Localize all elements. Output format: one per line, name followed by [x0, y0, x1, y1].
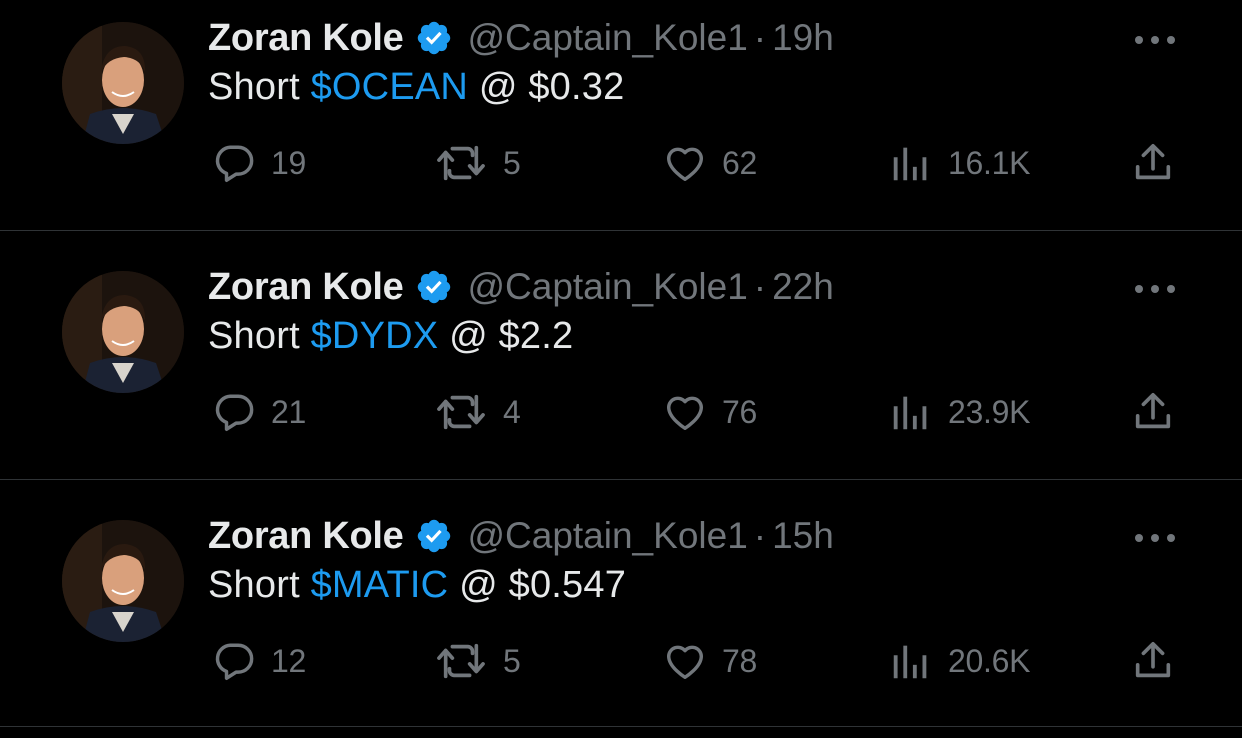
reply-icon [215, 394, 254, 431]
avatar[interactable] [62, 22, 184, 144]
cashtag-link[interactable]: $OCEAN [311, 66, 468, 108]
author-handle[interactable]: @Captain_Kole1 [467, 515, 747, 557]
like-button[interactable]: 62 [662, 137, 757, 189]
tweet[interactable]: Zoran Kole @Captain_Kole1 · 19h Short $O… [0, 0, 1242, 231]
avatar[interactable] [62, 271, 184, 393]
reply-icon [215, 643, 254, 680]
tweet-feed: Zoran Kole @Captain_Kole1 · 19h Short $O… [0, 0, 1242, 738]
reply-button[interactable]: 12 [211, 635, 306, 687]
retweet-icon [437, 643, 485, 679]
reply-button[interactable]: 19 [211, 137, 306, 189]
like-count: 62 [722, 144, 757, 181]
reply-icon [215, 145, 254, 182]
view-count: 16.1K [948, 144, 1031, 181]
share-button[interactable] [1130, 137, 1176, 189]
views-icon [893, 645, 927, 679]
tweet-actions: 19 5 62 16.1K [0, 137, 1242, 189]
text-suffix: @ $2.2 [438, 315, 574, 357]
share-button[interactable] [1130, 386, 1176, 438]
text-prefix: Short [208, 315, 311, 357]
tweet-text: Short $OCEAN @ $0.32 [208, 66, 624, 109]
author-handle[interactable]: @Captain_Kole1 [467, 17, 747, 59]
tweet-header: Zoran Kole @Captain_Kole1 · 22h [208, 259, 834, 315]
view-count: 20.6K [948, 642, 1031, 679]
heart-icon [666, 396, 704, 431]
views-icon [893, 396, 927, 430]
like-button[interactable]: 78 [662, 635, 757, 687]
retweet-button[interactable]: 5 [433, 635, 521, 687]
view-count: 23.9K [948, 393, 1031, 430]
verified-badge-icon [418, 21, 451, 55]
retweet-count: 4 [503, 393, 521, 430]
retweet-icon [437, 145, 485, 181]
like-count: 76 [722, 393, 757, 430]
tweet-text: Short $DYDX @ $2.2 [208, 315, 573, 358]
like-button[interactable]: 76 [662, 386, 757, 438]
verified-badge-icon [418, 519, 451, 553]
tweet-timestamp[interactable]: 19h [772, 17, 834, 59]
verified-badge-icon [418, 270, 451, 304]
tweet-timestamp[interactable]: 22h [772, 266, 834, 308]
tweet-text: Short $MATIC @ $0.547 [208, 564, 626, 607]
more-options-icon[interactable] [1133, 279, 1177, 299]
views-button[interactable]: 20.6K [888, 635, 1030, 687]
tweet-header: Zoran Kole @Captain_Kole1 · 19h [208, 10, 834, 66]
tweet-timestamp[interactable]: 15h [772, 515, 834, 557]
author-name[interactable]: Zoran Kole [208, 266, 404, 309]
retweet-count: 5 [503, 642, 521, 679]
heart-icon [666, 645, 704, 680]
reply-count: 12 [271, 642, 306, 679]
retweet-count: 5 [503, 144, 521, 181]
avatar[interactable] [62, 520, 184, 642]
text-suffix: @ $0.32 [468, 66, 625, 108]
tweet[interactable]: Zoran Kole @Captain_Kole1 · 15h Short $M… [0, 480, 1242, 729]
tweet-actions: 21 4 76 23.9K [0, 386, 1242, 438]
views-button[interactable]: 23.9K [888, 386, 1030, 438]
text-suffix: @ $0.547 [448, 564, 627, 606]
like-count: 78 [722, 642, 757, 679]
share-button[interactable] [1130, 635, 1176, 687]
reply-button[interactable]: 21 [211, 386, 306, 438]
author-name[interactable]: Zoran Kole [208, 515, 404, 558]
more-options-icon[interactable] [1133, 30, 1177, 50]
tweet-header: Zoran Kole @Captain_Kole1 · 15h [208, 508, 834, 564]
separator-dot: · [753, 266, 767, 307]
text-prefix: Short [208, 66, 311, 108]
more-options-icon[interactable] [1133, 528, 1177, 548]
author-handle[interactable]: @Captain_Kole1 [467, 266, 747, 308]
retweet-button[interactable]: 4 [433, 386, 521, 438]
share-icon [1135, 641, 1171, 678]
separator-dot: · [753, 17, 767, 58]
retweet-button[interactable]: 5 [433, 137, 521, 189]
reply-count: 19 [271, 144, 306, 181]
tweet[interactable]: Zoran Kole @Captain_Kole1 · 22h Short $D… [0, 231, 1242, 480]
views-button[interactable]: 16.1K [888, 137, 1030, 189]
text-prefix: Short [208, 564, 311, 606]
views-icon [893, 147, 927, 181]
retweet-icon [437, 394, 485, 430]
divider [0, 726, 1242, 727]
share-icon [1135, 143, 1171, 180]
heart-icon [666, 147, 704, 182]
author-name[interactable]: Zoran Kole [208, 17, 404, 60]
separator-dot: · [753, 515, 767, 556]
cashtag-link[interactable]: $MATIC [311, 564, 449, 606]
reply-count: 21 [271, 393, 306, 430]
tweet-actions: 12 5 78 20.6K [0, 635, 1242, 687]
cashtag-link[interactable]: $DYDX [311, 315, 439, 357]
share-icon [1135, 392, 1171, 429]
